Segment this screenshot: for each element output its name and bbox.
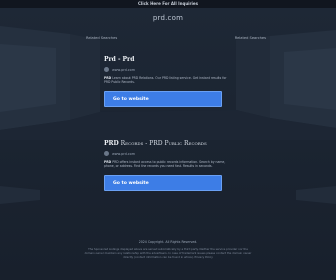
listing-description: PRD Learn about PRD Relations. Our PRD l… xyxy=(104,76,232,85)
related-searches-left[interactable]: Related Searches xyxy=(86,36,117,40)
domain-title: prd.com xyxy=(152,14,184,22)
parked-domain-page: Click Here For All Inquiries prd.com Rel… xyxy=(0,0,336,280)
listing-source-url: www.prd.com xyxy=(112,151,136,156)
listing-card: PRD Records - PRD Public Records www.prd… xyxy=(104,140,232,191)
top-banner-link[interactable]: Click Here For All Inquiries xyxy=(0,0,336,8)
favicon-icon xyxy=(104,151,109,156)
listing-source: www.prd.com xyxy=(104,67,232,72)
favicon-icon xyxy=(104,67,109,72)
disclaimer-text: The Sponsored Listings displayed above a… xyxy=(84,247,252,259)
copyright-text: 2024 Copyright. All Rights Reserved. xyxy=(138,240,198,244)
footer: 2024 Copyright. All Rights Reserved. The… xyxy=(84,240,252,260)
listing-title[interactable]: Prd - Prd xyxy=(104,56,232,63)
listing-title-rest: Records - PRD Public Records xyxy=(118,140,207,147)
listing-source-url: www.prd.com xyxy=(112,67,136,72)
listing-source: www.prd.com xyxy=(104,151,232,156)
listing-title-bold: PRD xyxy=(104,140,119,147)
listing-title[interactable]: PRD Records - PRD Public Records xyxy=(104,140,232,147)
go-to-website-button[interactable]: Go to website xyxy=(104,174,222,191)
listing-title-bold: Prd - Prd xyxy=(104,56,135,63)
listing-desc-text: Learn about PRD Relations. Our PRD listi… xyxy=(104,76,227,85)
listing-description: PRD PRD offers instant access to public … xyxy=(104,160,232,169)
go-to-website-button[interactable]: Go to website xyxy=(104,90,222,107)
listing-desc-text: PRD offers instant access to public reco… xyxy=(104,160,226,169)
related-searches-right[interactable]: Related Searches xyxy=(235,36,266,40)
listing-card: Prd - Prd www.prd.com PRD Learn about PR… xyxy=(104,56,232,107)
